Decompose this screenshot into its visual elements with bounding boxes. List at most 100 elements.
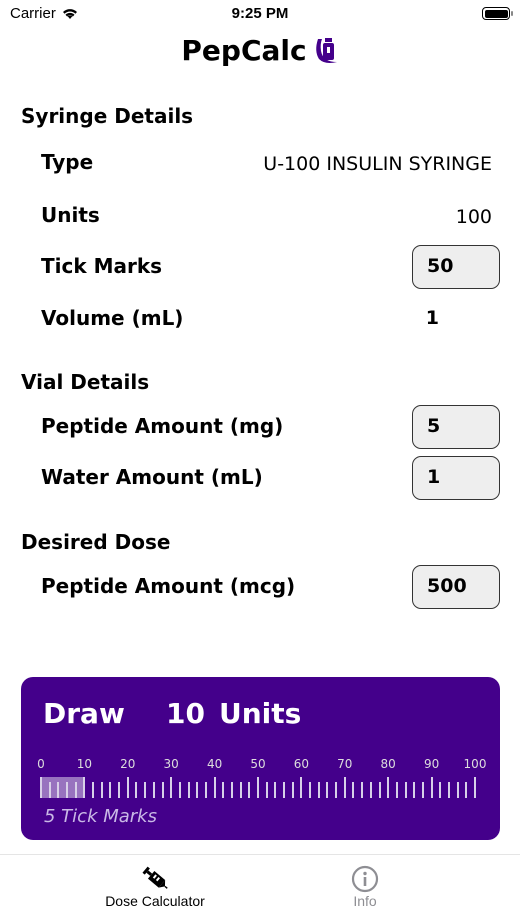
minor-tick (109, 782, 112, 798)
volume-value: 1 (425, 307, 439, 329)
major-tick (387, 777, 390, 798)
minor-tick (439, 782, 442, 798)
desired-dose-heading: Desired Dose (21, 530, 171, 554)
status-bar: Carrier 9:25 PM (0, 0, 520, 28)
minor-tick (196, 782, 199, 798)
result-card: Draw 10 Units 0 10 20 30 40 50 60 70 80 90 100 5 T… (21, 677, 500, 840)
minor-tick (144, 782, 147, 798)
tick-marks-label: Tick Marks (41, 254, 163, 278)
syringe-scale: 0 10 20 30 40 50 60 70 80 90 100 (21, 757, 500, 807)
scale-label: 90 (423, 757, 440, 771)
syringe-details-heading: Syringe Details (21, 104, 194, 128)
type-value: U-100 INSULIN SYRINGE (263, 153, 492, 175)
minor-tick (465, 782, 468, 798)
minor-tick (204, 782, 207, 798)
major-tick (40, 777, 42, 798)
minor-tick (291, 782, 294, 798)
minor-tick (248, 782, 251, 798)
scale-label: 0 (37, 757, 45, 771)
dose-peptide-label: Peptide Amount (mcg) (41, 574, 296, 598)
minor-tick (118, 782, 121, 798)
type-label: Type (41, 150, 94, 174)
vial-details-heading: Vial Details (21, 370, 150, 394)
units-label: Units (41, 203, 100, 227)
tab-label: Info (353, 893, 377, 909)
clock: 9:25 PM (231, 5, 289, 22)
minor-tick (135, 782, 138, 798)
scale-label: 50 (250, 757, 266, 771)
tab-dose-calculator[interactable]: Dose Calculator (55, 855, 255, 909)
scale-label: 20 (120, 757, 136, 771)
major-tick (474, 777, 476, 798)
minor-tick (378, 782, 381, 798)
minor-tick (222, 782, 225, 798)
major-tick (170, 777, 173, 798)
filled-dose-bar (41, 777, 85, 798)
scale-label: 30 (163, 757, 179, 771)
minor-tick (92, 782, 95, 798)
minor-tick (66, 782, 69, 798)
minor-tick (48, 782, 51, 798)
minor-tick (413, 782, 416, 798)
scale-label: 60 (293, 757, 310, 771)
vial-logo-icon (315, 37, 337, 63)
info-icon (351, 865, 379, 893)
major-tick (300, 777, 303, 798)
minor-tick (317, 782, 320, 798)
scale-label: 80 (380, 757, 396, 771)
volume-label: Volume (mL) (41, 306, 184, 330)
tick-marks-text: 5 Tick Marks (44, 806, 157, 827)
scale-label: 100 (463, 757, 487, 771)
minor-tick (361, 782, 364, 798)
minor-tick (57, 782, 60, 798)
app-header: PepCalc (0, 34, 520, 67)
minor-tick (239, 782, 242, 798)
minor-tick (161, 782, 164, 798)
tab-label: Dose Calculator (105, 893, 205, 909)
minor-tick (404, 782, 407, 798)
minor-tick (283, 782, 286, 798)
minor-tick (352, 782, 355, 798)
water-label: Water Amount (mL) (41, 465, 263, 489)
minor-tick (100, 782, 103, 798)
scale-label: 70 (337, 757, 353, 771)
minor-tick (265, 782, 268, 798)
major-tick (430, 777, 433, 798)
scale-label: 40 (206, 757, 223, 771)
minor-tick (447, 782, 450, 798)
minor-tick (178, 782, 181, 798)
minor-tick (152, 782, 155, 798)
scale-label: 10 (76, 757, 93, 771)
major-tick (213, 777, 216, 798)
minor-tick (230, 782, 233, 798)
minor-tick (74, 782, 77, 798)
vial-peptide-field[interactable]: 5 (412, 405, 500, 449)
major-tick (126, 777, 129, 798)
draw-value: 10 (166, 697, 205, 730)
syringe-icon (142, 866, 168, 889)
tab-info[interactable]: Info (265, 855, 465, 909)
minor-tick (395, 782, 398, 798)
battery-icon (482, 7, 513, 20)
dose-peptide-field[interactable]: 500 (412, 565, 500, 609)
units-value: 100 (455, 206, 492, 228)
app-title: PepCalc (181, 34, 307, 67)
tick-marks-field[interactable]: 50 (412, 245, 500, 289)
minor-tick (187, 782, 190, 798)
major-tick (257, 777, 259, 798)
minor-tick (309, 782, 312, 798)
water-field[interactable]: 1 (412, 456, 500, 500)
major-tick (83, 777, 86, 798)
minor-tick (421, 782, 424, 798)
minor-tick (369, 782, 372, 798)
vial-peptide-label: Peptide Amount (mg) (41, 414, 284, 438)
draw-label: Draw (43, 697, 125, 730)
major-tick (343, 777, 346, 798)
draw-unit: Units (218, 697, 302, 730)
minor-tick (326, 782, 329, 798)
tab-bar: Dose Calculator Info (0, 854, 520, 924)
minor-tick (335, 782, 338, 798)
minor-tick (456, 782, 459, 798)
minor-tick (274, 782, 277, 798)
draw-amount: 10 Units (166, 697, 301, 730)
